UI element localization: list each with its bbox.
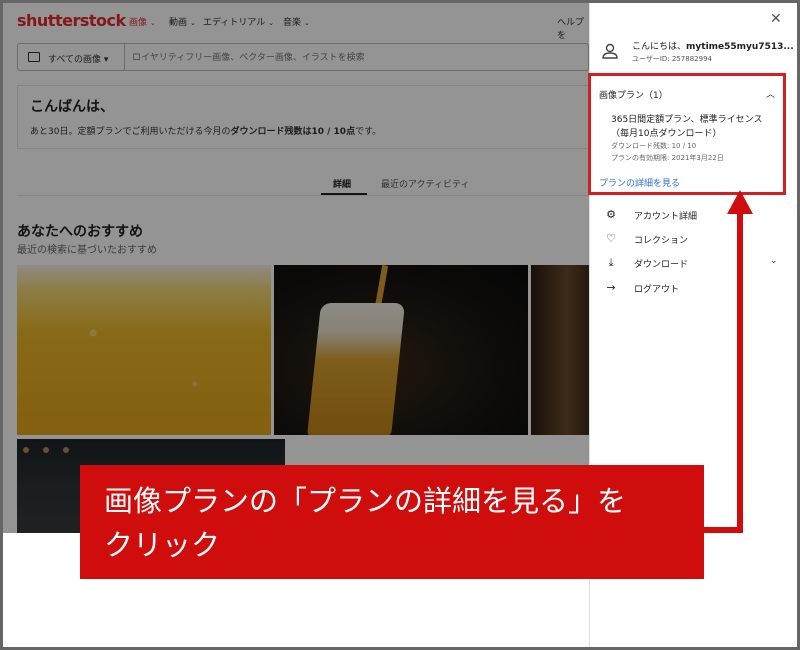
menu-label: ログアウト bbox=[634, 285, 680, 295]
plan-expiry: プランの有効期限: 2021年3月22日 bbox=[611, 154, 724, 162]
chevron-down-icon[interactable]: ⌄ bbox=[770, 256, 778, 266]
menu-label: アカウント詳細 bbox=[634, 212, 698, 222]
download-icon: ⤓ bbox=[608, 256, 614, 269]
page-overlay bbox=[3, 3, 589, 533]
close-icon[interactable]: ✕ bbox=[770, 11, 782, 27]
user-icon bbox=[602, 43, 618, 59]
image-plan-section: 画像プラン（1） ︿ 365日間定額プラン、標準ライセンス （毎月10点ダウンロ… bbox=[588, 73, 786, 195]
arrow-right-icon: → bbox=[606, 281, 616, 294]
menu-downloads[interactable]: ⤓ ダウンロード ⌄ bbox=[604, 254, 784, 274]
user-greeting: こんにちは、mytime55myu7513... bbox=[632, 42, 794, 52]
instruction-text: 画像プランの「プランの詳細を見る」を クリック bbox=[104, 484, 627, 562]
plan-details-link[interactable]: プランの詳細を見る bbox=[599, 176, 680, 189]
gear-icon: ⚙ bbox=[606, 208, 616, 221]
user-id: ユーザーID: 257882994 bbox=[632, 55, 712, 63]
plan-quota: （毎月10点ダウンロード） bbox=[611, 129, 722, 139]
heart-icon: ♡ bbox=[606, 232, 616, 245]
plan-remaining: ダウンロード残数: 10 / 10 bbox=[611, 142, 697, 150]
menu-label: ダウンロード bbox=[634, 260, 689, 270]
menu-collections[interactable]: ♡ コレクション bbox=[604, 230, 784, 250]
plan-name: 365日間定額プラン、標準ライセンス bbox=[611, 115, 763, 125]
menu-label: コレクション bbox=[634, 236, 689, 246]
instruction-callout: 画像プランの「プランの詳細を見る」を クリック bbox=[80, 465, 704, 579]
plan-header[interactable]: 画像プラン（1） bbox=[599, 88, 668, 101]
menu-logout[interactable]: → ログアウト bbox=[604, 279, 784, 299]
menu-account-details[interactable]: ⚙ アカウント詳細 bbox=[604, 206, 784, 226]
chevron-up-icon[interactable]: ︿ bbox=[766, 87, 775, 100]
